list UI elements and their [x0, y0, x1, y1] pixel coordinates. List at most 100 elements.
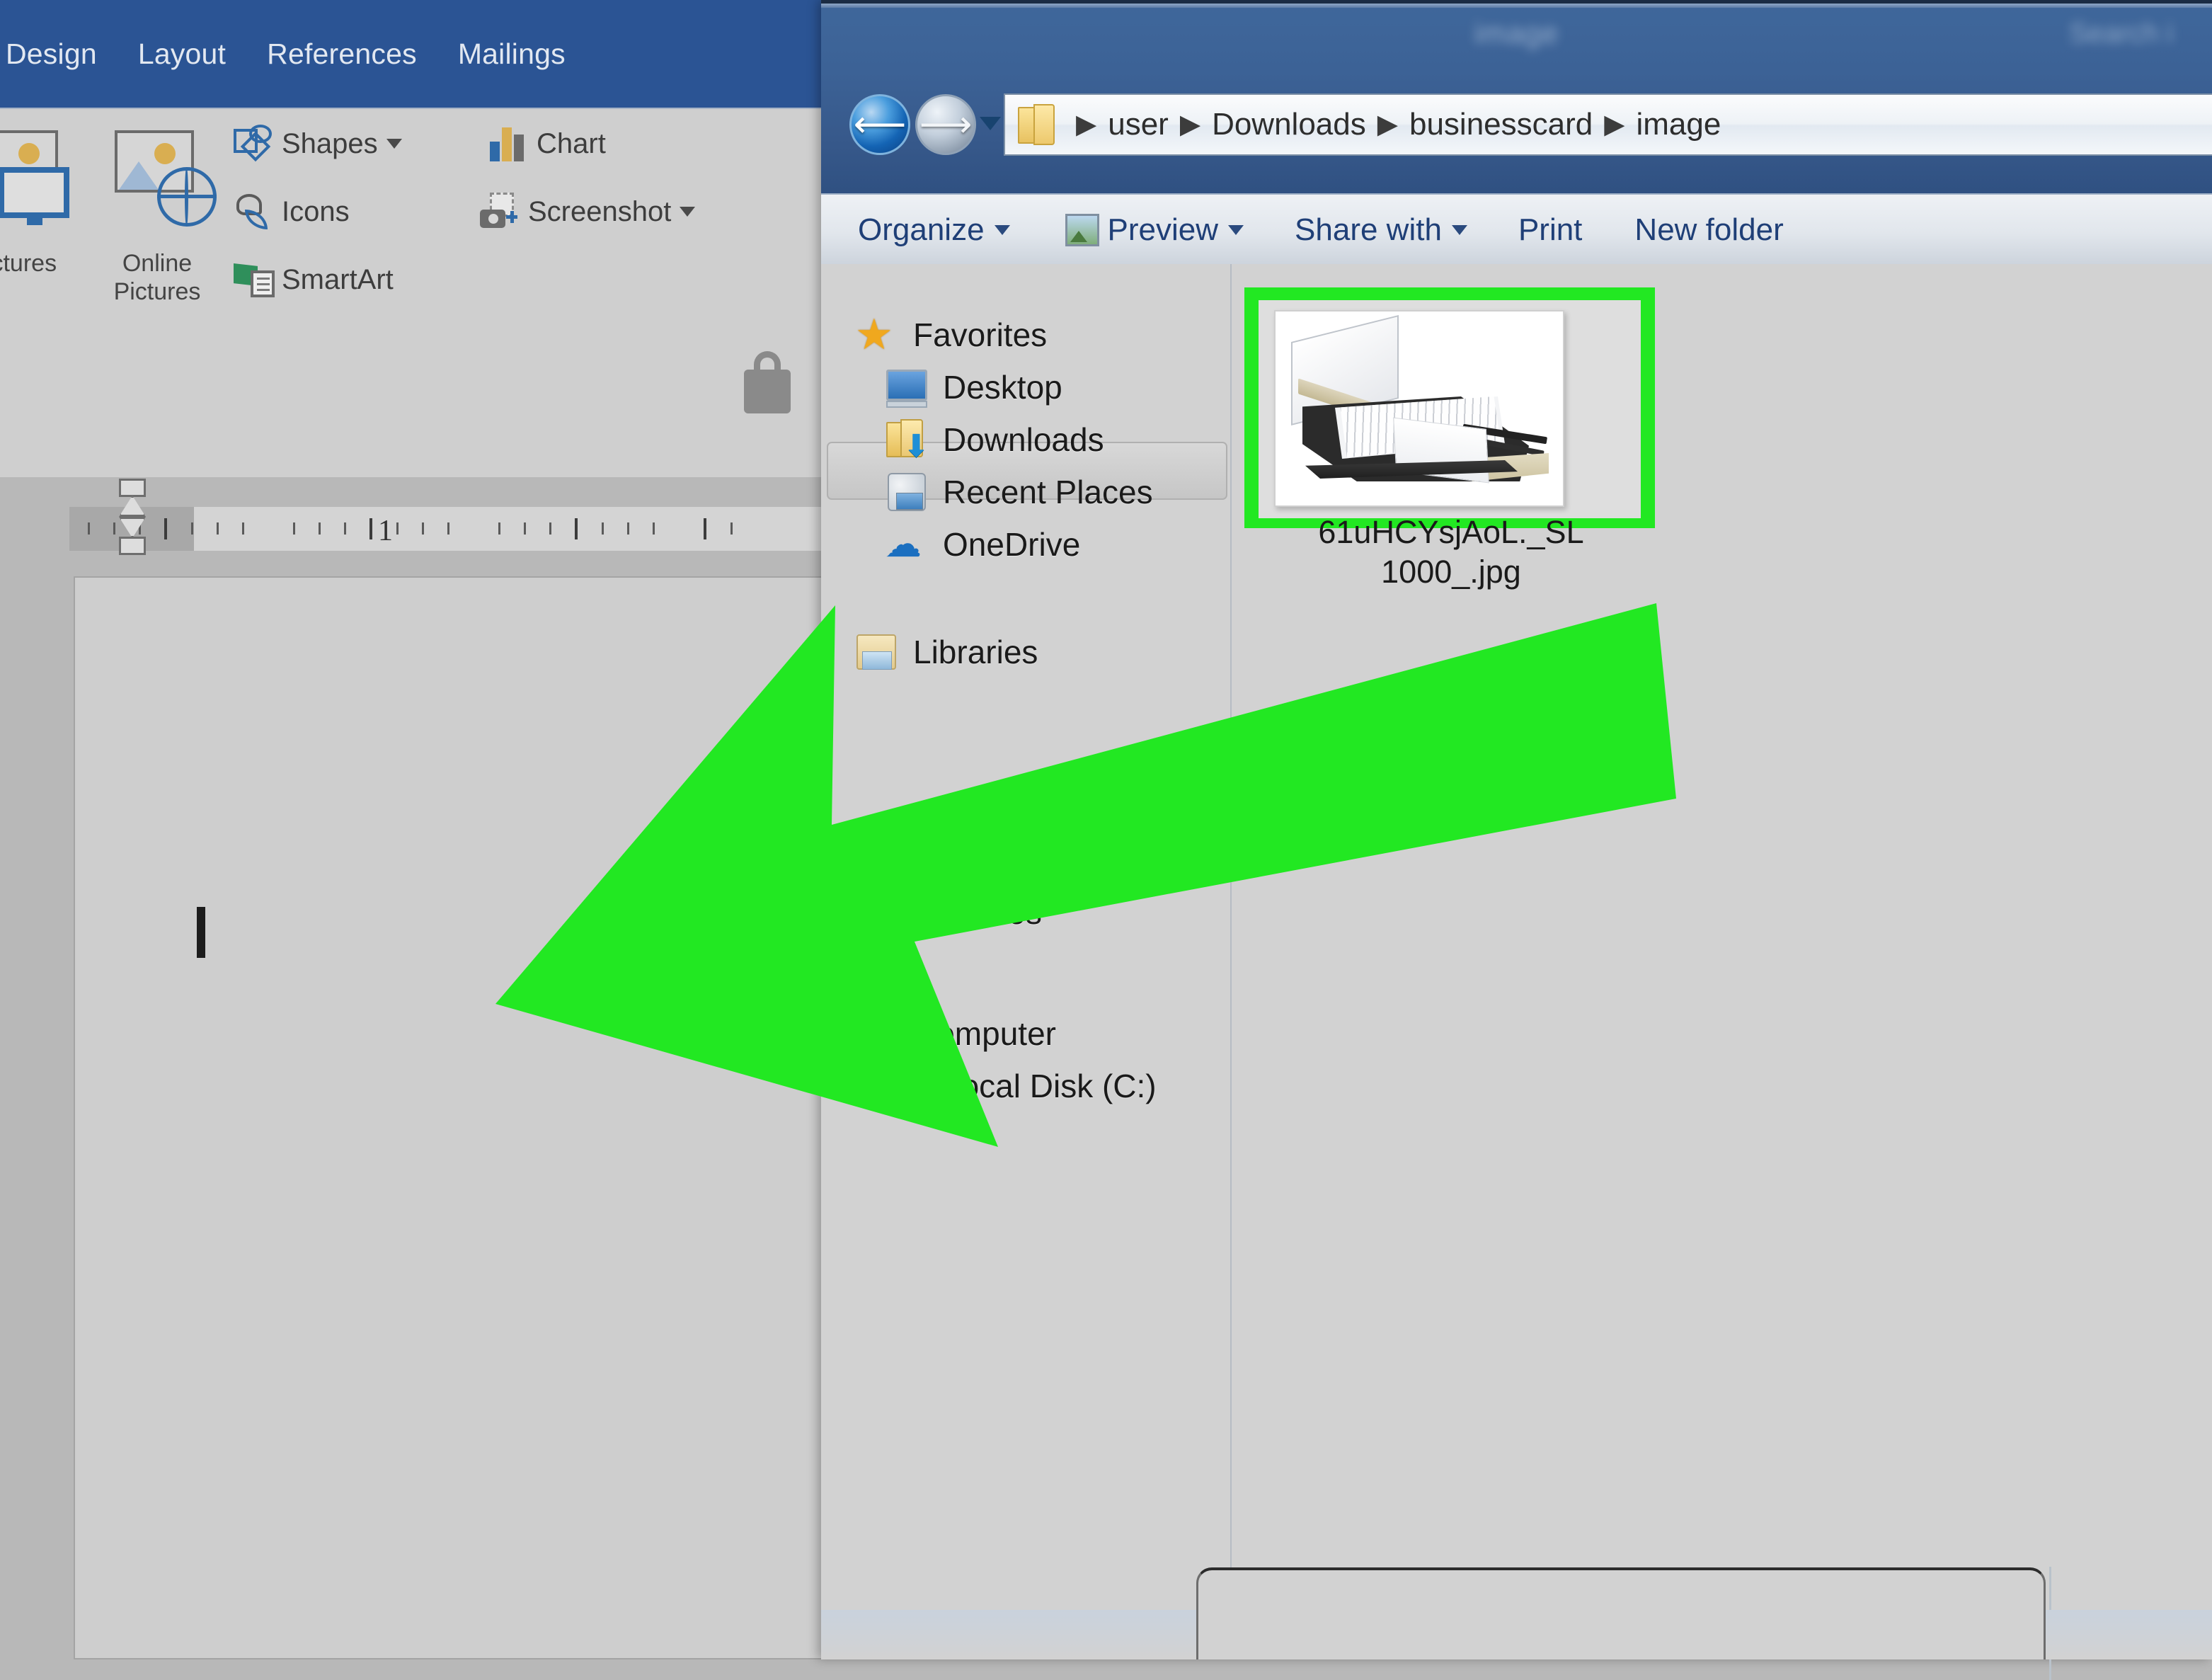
organize-label: Organize: [858, 212, 985, 247]
recent-places-icon: [885, 472, 929, 513]
star-icon: ★: [855, 311, 893, 358]
print-label: Print: [1518, 212, 1583, 247]
pictures-button[interactable]: ictures: [0, 130, 85, 278]
smartart-button[interactable]: SmartArt: [234, 261, 394, 299]
online-pictures-button[interactable]: Online Pictures: [93, 130, 221, 306]
sidebar-label-pictures: Pictures: [943, 842, 1061, 879]
icons-label: Icons: [282, 195, 350, 227]
local-disk-icon: [885, 1065, 929, 1107]
tab-mailings[interactable]: Mailings: [458, 38, 566, 71]
file-item-inner[interactable]: 61uHCYsjAoL._SL 1000_.jpg: [1259, 300, 1641, 590]
file-item[interactable]: 61uHCYsjAoL._SL 1000_.jpg: [1244, 287, 1655, 590]
back-arrow-icon: ⟵: [853, 104, 907, 145]
sidebar-label-local-disk: Local Disk (C:): [943, 1068, 1157, 1104]
libraries-icon: [855, 632, 899, 673]
lock-icon: [744, 351, 791, 413]
smartart-icon: [234, 261, 275, 299]
sidebar-item-videos[interactable]: Videos: [885, 885, 1042, 940]
breadcrumb-downloads[interactable]: Downloads: [1212, 107, 1366, 142]
new-folder-button[interactable]: New folder: [1634, 212, 1783, 248]
first-line-indent-marker[interactable]: [119, 479, 146, 497]
explorer-window-title: image: [1474, 16, 1559, 50]
computer-icon: [855, 1013, 899, 1054]
sidebar-label-recent-places: Recent Places: [943, 474, 1153, 510]
onedrive-cloud-icon: ☁: [885, 524, 922, 565]
breadcrumb-businesscard[interactable]: businesscard: [1409, 107, 1593, 142]
online-pictures-label-1: Online: [122, 250, 193, 277]
chevron-down-icon[interactable]: [994, 225, 1010, 235]
sidebar-item-pictures[interactable]: Pictures: [885, 833, 1060, 888]
details-pane: [1196, 1567, 2046, 1659]
sidebar-label-desktop: Desktop: [943, 369, 1062, 406]
document-page[interactable]: [74, 576, 825, 1659]
pictures-label: ictures: [0, 250, 57, 277]
chevron-down-icon[interactable]: [1451, 225, 1467, 235]
sidebar-label-favorites: Favorites: [913, 316, 1048, 353]
shapes-button[interactable]: Shapes: [234, 125, 402, 163]
folder-icon: [1018, 104, 1055, 145]
sidebar-item-onedrive[interactable]: ☁ OneDrive: [885, 517, 1080, 572]
new-folder-label: New folder: [1634, 212, 1784, 247]
chart-icon: [488, 125, 529, 163]
icons-button[interactable]: Icons: [234, 193, 350, 231]
screenshot-button[interactable]: Screenshot: [480, 193, 696, 231]
share-with-label: Share with: [1295, 212, 1442, 247]
forward-button[interactable]: ⟶: [915, 94, 976, 155]
chevron-down-icon[interactable]: [386, 139, 402, 149]
file-list-pane[interactable]: 61uHCYsjAoL._SL 1000_.jpg: [1232, 264, 2212, 1680]
tab-references[interactable]: References: [267, 38, 417, 71]
explorer-content: ★ Favorites Desktop ⬇ Downloads Recent P…: [821, 264, 2212, 1680]
sidebar-item-libraries[interactable]: Libraries: [855, 624, 1038, 680]
share-with-button[interactable]: Share with: [1295, 212, 1467, 248]
organize-button[interactable]: Organize: [858, 212, 1010, 248]
text-caret: [197, 907, 205, 958]
tab-design[interactable]: Design: [6, 38, 97, 71]
sidebar-label-libraries: Libraries: [913, 634, 1038, 670]
shapes-label: Shapes: [282, 127, 378, 159]
sidebar-label-onedrive: OneDrive: [943, 526, 1081, 563]
sidebar-label-computer: Computer: [913, 1015, 1056, 1052]
downloads-folder-icon: ⬇: [885, 419, 929, 462]
hanging-indent-marker[interactable]: [119, 496, 146, 517]
preview-thumbnail-icon: [1065, 214, 1099, 246]
breadcrumb-separator-1: ▶: [1179, 110, 1201, 139]
preview-label: Preview: [1107, 212, 1219, 247]
sidebar-item-desktop[interactable]: Desktop: [885, 360, 1062, 415]
file-thumbnail: [1274, 310, 1564, 507]
horizontal-ruler[interactable]: 1: [69, 507, 825, 551]
ruler-tick-label-1: 1: [378, 515, 393, 547]
print-button[interactable]: Print: [1518, 212, 1582, 248]
chevron-down-icon[interactable]: [680, 207, 696, 217]
address-bar[interactable]: ▶ user ▶ Downloads ▶ businesscard ▶ imag…: [1004, 93, 2212, 156]
sidebar-item-favorites[interactable]: ★ Favorites: [855, 307, 1047, 362]
back-button[interactable]: ⟵: [849, 94, 910, 155]
explorer-title-bar: image Search i ⟵ ⟶ ▶ user ▶ Downloads ▶ …: [821, 0, 2212, 197]
online-pictures-label-2: Pictures: [113, 278, 201, 305]
sidebar-item-computer[interactable]: Computer: [855, 1006, 1056, 1061]
file-explorer-window: image Search i ⟵ ⟶ ▶ user ▶ Downloads ▶ …: [821, 0, 2212, 1680]
breadcrumb-user[interactable]: user: [1108, 107, 1169, 142]
preview-button[interactable]: Preview: [1065, 212, 1244, 248]
file-name-line-2: 1000_.jpg: [1381, 554, 1521, 590]
breadcrumb-separator-2: ▶: [1377, 110, 1398, 139]
word-ribbon: ictures Online Pictures Shapes Icons: [0, 108, 825, 588]
videos-folder-icon: [885, 892, 929, 933]
chevron-down-icon[interactable]: [1228, 225, 1244, 235]
sidebar-item-local-disk[interactable]: Local Disk (C:): [885, 1058, 1157, 1114]
chart-button[interactable]: Chart: [488, 125, 606, 163]
forward-arrow-icon: ⟶: [919, 104, 973, 145]
explorer-command-bar: Organize Preview Share with Print New fo…: [821, 193, 2212, 267]
explorer-search-box[interactable]: Search i: [2069, 18, 2173, 50]
breadcrumb-image[interactable]: image: [1636, 107, 1721, 142]
sidebar-item-recent-places[interactable]: Recent Places: [885, 464, 1153, 520]
recent-pages-dropdown-icon[interactable]: [980, 117, 1001, 130]
left-indent-box-marker[interactable]: [119, 537, 146, 555]
pictures-folder-icon: [885, 840, 929, 881]
sidebar-label-videos: Videos: [943, 894, 1042, 931]
word-document-area[interactable]: 1: [0, 477, 825, 1659]
desktop-icon: [885, 367, 929, 408]
business-card-file-box-photo: [1288, 315, 1552, 490]
breadcrumb-separator-3: ▶: [1604, 110, 1625, 139]
sidebar-item-downloads[interactable]: ⬇ Downloads: [885, 412, 1104, 467]
tab-layout[interactable]: Layout: [138, 38, 226, 71]
